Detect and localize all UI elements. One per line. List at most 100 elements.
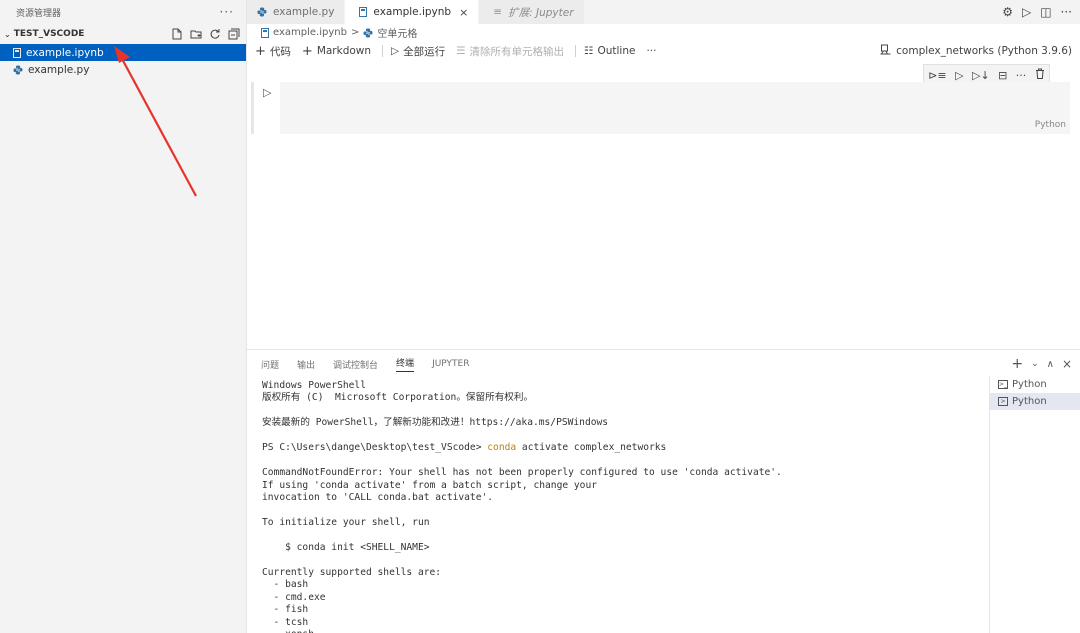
outline-label: Outline bbox=[597, 45, 636, 57]
cell-more-icon[interactable]: ··· bbox=[1016, 69, 1027, 82]
terminal-line: 版权所有 (C) Microsoft Corporation。保留所有权利。 bbox=[262, 392, 534, 404]
tab-terminal[interactable]: 终端 bbox=[396, 356, 415, 372]
run-icon[interactable]: ▷ bbox=[1022, 5, 1031, 19]
terminal-line: - bash bbox=[262, 579, 309, 591]
new-file-icon[interactable] bbox=[170, 28, 183, 41]
terminal-item[interactable]: > Python bbox=[990, 393, 1080, 410]
execute-above-icon[interactable]: ▷ bbox=[955, 69, 963, 82]
chevron-down-icon[interactable]: ⌄ bbox=[1031, 359, 1039, 369]
toolbar-divider bbox=[382, 45, 384, 57]
explorer-sidebar: 资源管理器 ··· ⌄ TEST_VSCODE example.ipynb ex… bbox=[0, 0, 247, 633]
close-panel-icon[interactable]: × bbox=[1062, 357, 1072, 371]
tab-problems[interactable]: 问题 bbox=[261, 358, 279, 371]
file-example-ipynb[interactable]: example.ipynb bbox=[0, 44, 246, 61]
tab-extension-jupyter[interactable]: ≡ 扩展: Jupyter bbox=[479, 0, 585, 24]
editor-area: example.py example.ipynb × ≡ 扩展: Jupyter… bbox=[247, 0, 1080, 350]
clear-all-icon: ☰ bbox=[456, 45, 466, 57]
plus-icon: + bbox=[255, 43, 266, 59]
terminal-item[interactable]: >_ Python bbox=[990, 376, 1080, 393]
terminal-list: >_ Python > Python bbox=[989, 376, 1080, 633]
kernel-picker[interactable]: complex_networks (Python 3.9.6) bbox=[880, 41, 1072, 61]
terminal-output[interactable]: Windows PowerShell 版权所有 (C) Microsoft Cor… bbox=[262, 380, 982, 633]
terminal-line: To initialize your shell, run bbox=[262, 516, 430, 528]
terminal-line: - fish bbox=[262, 604, 309, 616]
panel-tabs: 问题 输出 调试控制台 终端 JUPYTER + ⌄ ∧ × bbox=[247, 350, 1080, 378]
breadcrumb-file[interactable]: example.ipynb bbox=[273, 27, 347, 38]
bottom-panel: 问题 输出 调试控制台 终端 JUPYTER + ⌄ ∧ × Windows P… bbox=[247, 349, 1080, 633]
clear-outputs-label: 清除所有单元格输出 bbox=[469, 45, 565, 58]
cell-editor[interactable]: Python bbox=[280, 82, 1070, 134]
split-cell-icon[interactable]: ⊟ bbox=[998, 69, 1007, 82]
refresh-icon[interactable] bbox=[208, 28, 221, 41]
extension-icon: ≡ bbox=[493, 6, 503, 18]
run-all-icon: ▷ bbox=[391, 45, 400, 57]
execute-below-icon[interactable]: ▷↓ bbox=[972, 69, 990, 82]
split-editor-icon[interactable]: ◫ bbox=[1040, 5, 1051, 19]
notebook-icon bbox=[261, 27, 269, 38]
tab-debug-console[interactable]: 调试控制台 bbox=[333, 358, 378, 371]
tab-label: example.py bbox=[273, 6, 335, 18]
close-icon[interactable]: × bbox=[459, 6, 468, 19]
kernel-label: complex_networks (Python 3.9.6) bbox=[896, 45, 1072, 57]
tab-example-ipynb[interactable]: example.ipynb × bbox=[345, 0, 480, 24]
cell-language[interactable]: Python bbox=[1035, 120, 1066, 130]
notebook-toolbar: + 代码 + Markdown ▷ 全部运行 ☰ 清除所有单元格输出 ☷ Out… bbox=[247, 41, 1080, 61]
terminal-line: Currently supported shells are: bbox=[262, 566, 442, 578]
toolbar-more-icon[interactable]: ··· bbox=[646, 45, 656, 57]
file-example-py[interactable]: example.py bbox=[0, 61, 246, 78]
tab-jupyter[interactable]: JUPYTER bbox=[432, 359, 469, 369]
tab-output[interactable]: 输出 bbox=[297, 358, 315, 371]
notebook-icon bbox=[359, 7, 368, 17]
more-icon[interactable]: ··· bbox=[1061, 5, 1072, 19]
terminal-line: CommandNotFoundError: Your shell has not… bbox=[262, 467, 782, 479]
explorer-header: 资源管理器 ··· bbox=[0, 0, 246, 24]
gear-icon[interactable]: ⚙ bbox=[1002, 5, 1013, 19]
run-all-button[interactable]: ▷ 全部运行 bbox=[391, 44, 445, 59]
terminal-line: $ conda init <SHELL_NAME> bbox=[262, 541, 430, 553]
new-terminal-icon[interactable]: + bbox=[1011, 356, 1023, 372]
breadcrumb-cell[interactable]: 空单元格 bbox=[377, 25, 417, 40]
terminal-line: PS C:\Users\dange\Desktop\test_VScode> c… bbox=[262, 442, 667, 454]
explorer-title: 资源管理器 bbox=[16, 8, 62, 19]
chevron-down-icon[interactable]: ⌄ bbox=[4, 30, 11, 39]
terminal-line: - xonsh bbox=[262, 629, 982, 633]
terminal-line: invocation to 'CALL conda.bat activate'. bbox=[262, 492, 494, 504]
folder-name: TEST_VSCODE bbox=[13, 29, 85, 39]
tab-label: 扩展: Jupyter bbox=[508, 6, 574, 19]
terminal-line: Windows PowerShell bbox=[262, 380, 366, 391]
explorer-more-icon[interactable]: ··· bbox=[220, 5, 234, 19]
new-folder-icon[interactable] bbox=[189, 28, 202, 41]
tab-example-py[interactable]: example.py bbox=[247, 0, 346, 24]
python-icon bbox=[363, 28, 373, 38]
add-code-label: 代码 bbox=[269, 45, 291, 58]
run-cell-icon[interactable]: ▷ bbox=[263, 86, 271, 99]
file-label: example.ipynb bbox=[26, 46, 104, 59]
terminal-line: - tcsh bbox=[262, 616, 309, 628]
breadcrumb-separator: > bbox=[350, 27, 360, 38]
add-markdown-cell-button[interactable]: + Markdown bbox=[302, 44, 371, 59]
maximize-panel-icon[interactable]: ∧ bbox=[1047, 359, 1054, 370]
panel-actions: + ⌄ ∧ × bbox=[1011, 350, 1072, 378]
folder-header[interactable]: ⌄ TEST_VSCODE bbox=[0, 24, 246, 44]
run-by-line-icon[interactable]: ⊳≡ bbox=[928, 69, 946, 82]
terminal-line: If using 'conda activate' from a batch s… bbox=[262, 479, 598, 491]
delete-cell-icon[interactable] bbox=[1035, 68, 1045, 82]
terminal-icon: >_ bbox=[998, 380, 1008, 389]
editor-tabs: example.py example.ipynb × ≡ 扩展: Jupyter… bbox=[247, 0, 1080, 24]
clear-outputs-button[interactable]: ☰ 清除所有单元格输出 bbox=[456, 44, 564, 59]
list-icon: ☷ bbox=[584, 45, 594, 57]
outline-button[interactable]: ☷ Outline bbox=[584, 45, 635, 57]
add-code-cell-button[interactable]: + 代码 bbox=[255, 44, 291, 59]
code-cell[interactable]: ▷ Python bbox=[251, 82, 1070, 134]
notebook-icon bbox=[13, 47, 21, 58]
plus-icon: + bbox=[301, 43, 313, 59]
file-label: example.py bbox=[28, 63, 90, 76]
toolbar-divider bbox=[575, 45, 577, 57]
add-markdown-label: Markdown bbox=[316, 45, 372, 57]
collapse-all-icon[interactable] bbox=[227, 28, 240, 41]
